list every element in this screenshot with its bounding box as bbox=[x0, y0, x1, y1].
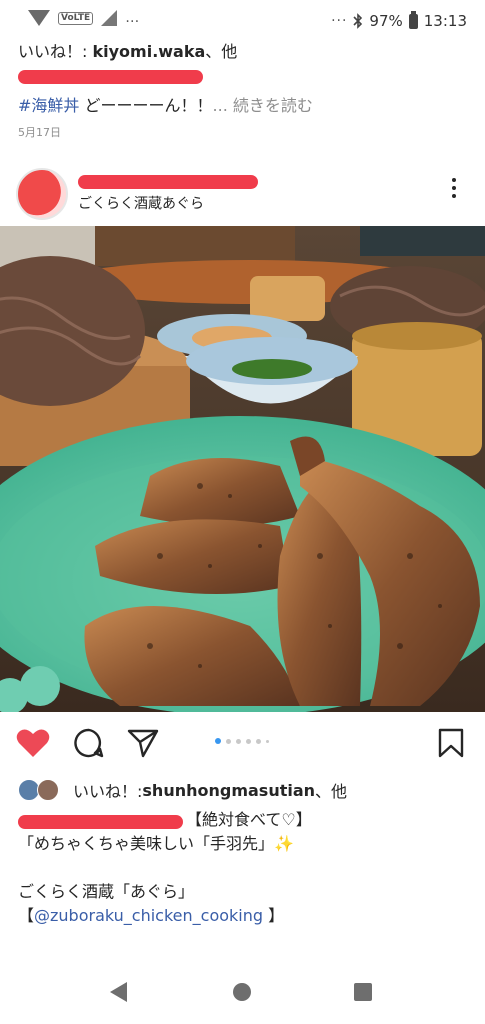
battery-icon bbox=[408, 10, 418, 29]
caption-text: どーーーーん！！ bbox=[79, 96, 213, 115]
save-bookmark-icon[interactable] bbox=[438, 728, 464, 758]
previous-post-caption: #海鮮丼 どーーーーん！！... 続きを読む bbox=[18, 92, 313, 116]
carousel-dot bbox=[256, 738, 261, 744]
wifi-icon bbox=[28, 10, 50, 26]
carousel-dot bbox=[226, 738, 231, 744]
system-nav-bar bbox=[0, 962, 485, 1024]
battery-percent: 97% bbox=[369, 12, 403, 30]
share-send-icon[interactable] bbox=[127, 728, 159, 758]
post-header: ごくらく酒蔵あぐら bbox=[0, 160, 485, 222]
recent-apps-icon[interactable] bbox=[354, 983, 372, 1001]
carousel-dot bbox=[266, 739, 269, 743]
likes-suffix: 、他 bbox=[205, 42, 238, 61]
post-photo[interactable] bbox=[0, 226, 485, 712]
carousel-dot-active bbox=[215, 738, 221, 744]
mention-bracket-close: 】 bbox=[263, 906, 285, 925]
carousel-dot bbox=[246, 738, 251, 744]
liker-avatar[interactable] bbox=[37, 779, 59, 801]
caption-line: 「めちゃくちゃ美味しい「手羽先」✨ bbox=[18, 834, 294, 853]
mention-link[interactable]: @zuboraku_chicken_cooking bbox=[34, 906, 263, 925]
more-options-icon[interactable] bbox=[451, 178, 457, 198]
status-overflow: … bbox=[125, 10, 141, 26]
like-heart-icon[interactable] bbox=[16, 728, 50, 758]
likes-prefix: いいね！: bbox=[73, 782, 143, 801]
caption-mention-line: 【@zuboraku_chicken_cooking 】 bbox=[18, 904, 468, 928]
hashtag-link[interactable]: #海鮮丼 bbox=[18, 96, 79, 115]
carousel-dot bbox=[236, 738, 241, 744]
post-caption: 【絶対食べて♡】 「めちゃくちゃ美味しい「手羽先」✨ ごくらく酒蔵「あぐら」 【… bbox=[18, 808, 468, 928]
post-location[interactable]: ごくらく酒蔵あぐら bbox=[78, 193, 204, 213]
status-left-icons: VoLTE … bbox=[28, 10, 140, 26]
redacted-username bbox=[78, 175, 258, 189]
likes-prefix: いいね！: bbox=[18, 42, 93, 61]
likes-username[interactable]: kiyomi.waka bbox=[92, 42, 205, 61]
bluetooth-icon bbox=[353, 13, 363, 29]
back-icon[interactable] bbox=[110, 982, 127, 1002]
post-likes: いいね！: shunhongmasutian 、他 bbox=[18, 776, 347, 804]
carousel-indicator bbox=[215, 738, 269, 744]
previous-post-likes: いいね！: kiyomi.waka、他 bbox=[18, 38, 237, 62]
food-photo-illustration bbox=[0, 226, 485, 712]
caption-line: ごくらく酒蔵「あぐら」 bbox=[18, 882, 195, 901]
mention-bracket-open: 【 bbox=[18, 906, 35, 925]
post-actions bbox=[0, 718, 485, 764]
status-bar: VoLTE … ··· 97% 13:13 bbox=[0, 0, 485, 42]
signal-icon bbox=[101, 10, 118, 26]
redacted-username bbox=[18, 70, 203, 84]
comment-icon[interactable] bbox=[74, 728, 104, 758]
likes-suffix: 、他 bbox=[315, 782, 348, 801]
status-right: ··· 97% 13:13 bbox=[331, 10, 467, 30]
post-date: 5月17日 bbox=[18, 126, 61, 139]
caption-line bbox=[18, 856, 468, 880]
volte-lte-icon: VoLTE bbox=[58, 11, 94, 25]
home-icon[interactable] bbox=[233, 983, 251, 1001]
avatar[interactable] bbox=[16, 168, 68, 220]
status-time: 13:13 bbox=[423, 12, 467, 30]
caption-line: 【絶対食べて♡】 bbox=[186, 810, 312, 829]
read-more-link[interactable]: ... 続きを読む bbox=[213, 96, 313, 115]
status-more-icon: ··· bbox=[331, 13, 348, 29]
likes-username[interactable]: shunhongmasutian bbox=[142, 781, 315, 800]
